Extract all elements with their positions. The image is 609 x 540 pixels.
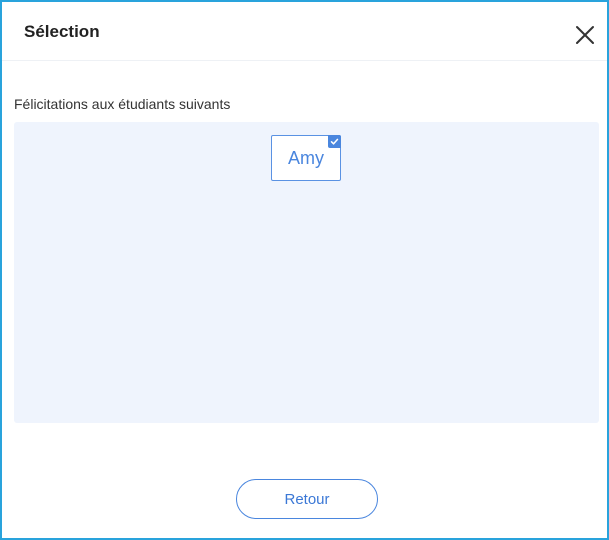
congratulations-message: Félicitations aux étudiants suivants xyxy=(14,96,231,112)
back-button[interactable]: Retour xyxy=(236,479,378,519)
student-chip[interactable]: Amy xyxy=(271,135,341,181)
selection-dialog: Sélection Félicitations aux étudiants su… xyxy=(0,0,609,540)
check-badge xyxy=(328,135,341,148)
close-icon xyxy=(576,26,594,44)
close-button[interactable] xyxy=(574,24,596,46)
check-icon xyxy=(330,138,339,145)
students-panel: Amy xyxy=(14,122,599,423)
dialog-title: Sélection xyxy=(24,22,100,41)
student-name: Amy xyxy=(288,147,324,168)
dialog-header: Sélection xyxy=(2,2,607,61)
